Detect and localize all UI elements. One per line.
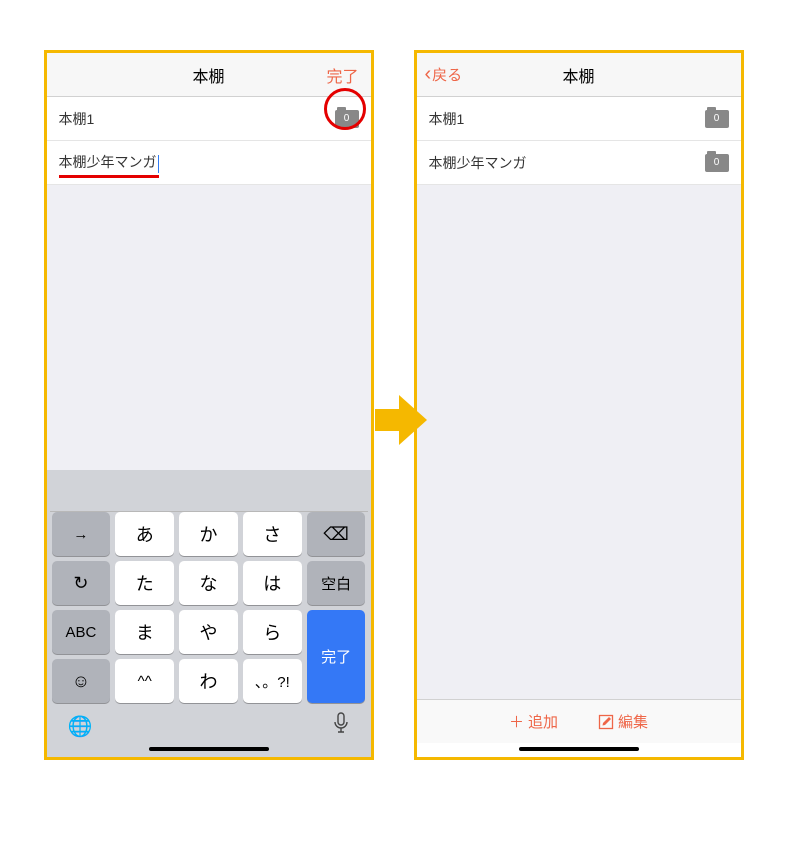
edit-icon (598, 714, 614, 730)
navbar: ‹戻る 本棚 (417, 53, 741, 97)
add-button[interactable]: ＋追加 (509, 711, 558, 732)
key-ya[interactable]: や (179, 610, 238, 654)
undo-key[interactable]: ↻ (52, 561, 111, 605)
shelf-name: 本棚1 (429, 109, 465, 129)
content-area (417, 185, 741, 699)
key-sa[interactable]: さ (243, 512, 302, 556)
key-dakuten[interactable]: ^^ (115, 659, 174, 703)
nav-title: 本棚 (192, 63, 224, 87)
list-item[interactable]: 本棚1 0 (417, 97, 741, 141)
plus-icon: ＋ (509, 711, 524, 732)
chevron-left-icon: ‹ (425, 63, 432, 86)
suggestion-bar[interactable] (50, 476, 368, 512)
phone-left-editing: 本棚 完了 本棚1 0 本棚少年マンガ あ か さ ⌫ ↻ た (44, 50, 374, 760)
abc-key[interactable]: ABC (52, 610, 111, 654)
emoji-key[interactable]: ☺ (52, 659, 111, 703)
bottom-toolbar: ＋追加 編集 (417, 699, 741, 743)
list-item[interactable]: 本棚1 0 (47, 97, 371, 141)
shelf-list: 本棚1 0 本棚少年マンガ 0 (417, 97, 741, 185)
shelf-name: 本棚少年マンガ (429, 153, 527, 173)
nav-title: 本棚 (562, 63, 594, 87)
mic-icon[interactable] (332, 712, 350, 740)
back-button[interactable]: ‹戻る (425, 63, 463, 86)
folder-icon: 0 (705, 154, 729, 172)
navbar: 本棚 完了 (47, 53, 371, 97)
key-ka[interactable]: か (179, 512, 238, 556)
edit-button[interactable]: 編集 (598, 711, 648, 732)
keyboard: あ か さ ⌫ ↻ た な は 空白 ABC ま や ら 完了 ☺ ^^ わ 、… (47, 470, 371, 757)
annotation-underline (59, 175, 159, 178)
content-area (47, 185, 371, 470)
phone-right-result: ‹戻る 本棚 本棚1 0 本棚少年マンガ 0 ＋追加 編集 (414, 50, 744, 760)
home-indicator[interactable] (149, 747, 269, 751)
folder-icon: 0 (705, 110, 729, 128)
shelf-list: 本棚1 0 本棚少年マンガ (47, 97, 371, 185)
shelf-name-input[interactable]: 本棚少年マンガ (59, 152, 160, 172)
list-item[interactable]: 本棚少年マンガ 0 (417, 141, 741, 185)
key-ma[interactable]: ま (115, 610, 174, 654)
key-punct[interactable]: 、。?! (243, 659, 302, 703)
globe-icon[interactable]: 🌐 (68, 714, 93, 739)
key-ta[interactable]: た (115, 561, 174, 605)
home-indicator[interactable] (519, 747, 639, 751)
return-key[interactable]: 完了 (307, 610, 366, 703)
folder-icon: 0 (335, 110, 359, 128)
space-key[interactable]: 空白 (307, 561, 366, 605)
key-na[interactable]: な (179, 561, 238, 605)
key-ha[interactable]: は (243, 561, 302, 605)
editing-row[interactable]: 本棚少年マンガ (47, 141, 371, 185)
key-ra[interactable]: ら (243, 610, 302, 654)
transition-arrow (375, 395, 425, 445)
text-cursor (158, 155, 160, 173)
tab-key[interactable] (52, 512, 111, 556)
shelf-name: 本棚1 (59, 109, 95, 129)
key-a[interactable]: あ (115, 512, 174, 556)
key-wa[interactable]: わ (179, 659, 238, 703)
done-button[interactable]: 完了 (326, 63, 358, 87)
backspace-key[interactable]: ⌫ (307, 512, 366, 556)
